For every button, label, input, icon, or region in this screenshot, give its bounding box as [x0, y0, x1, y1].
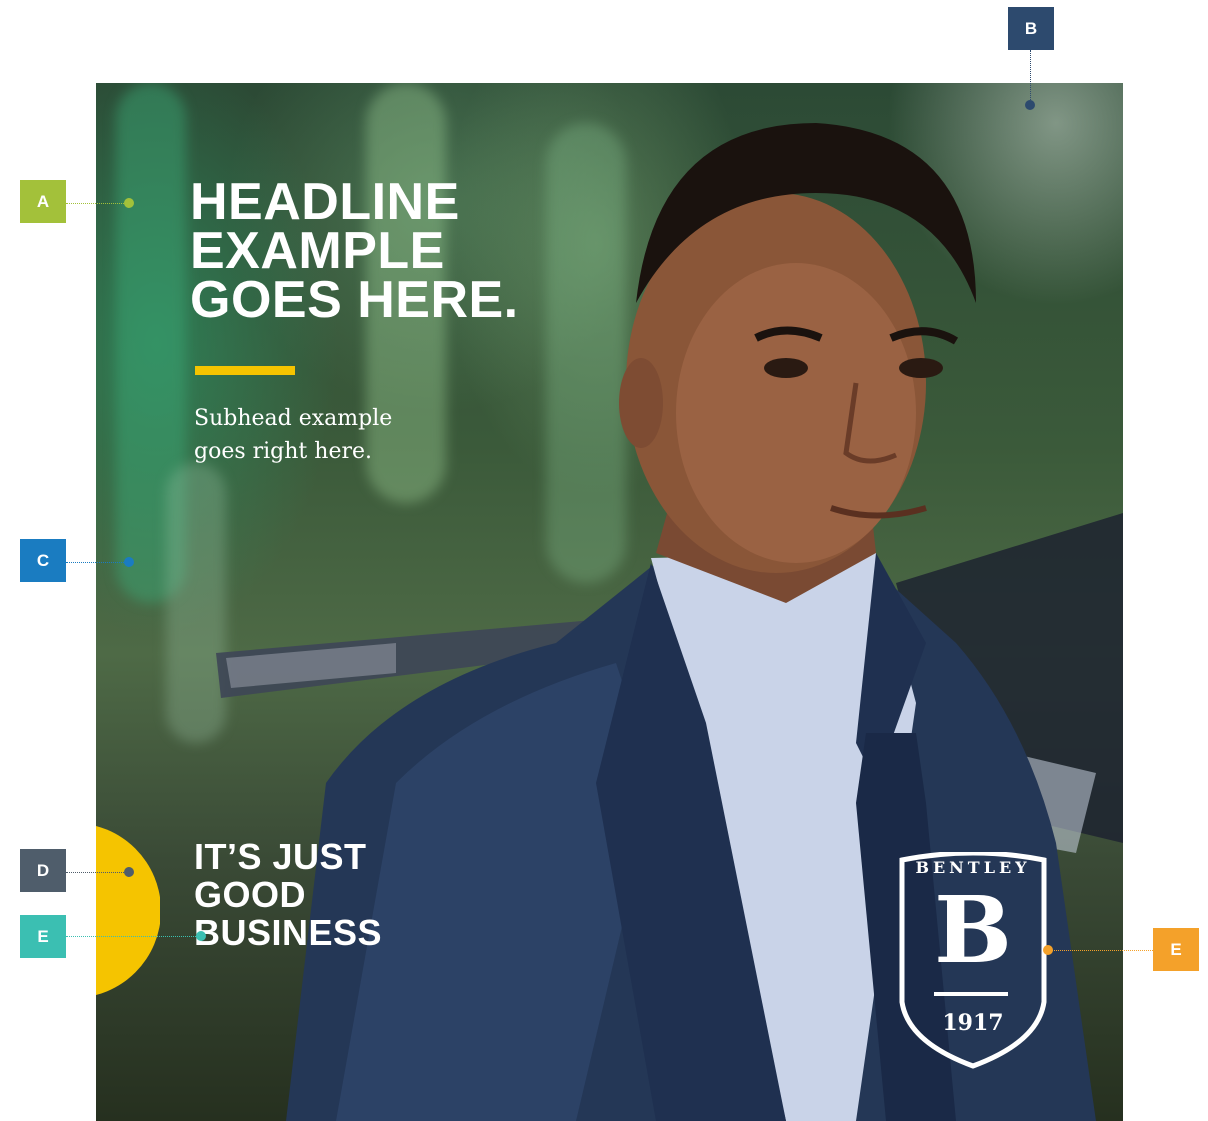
accent-rule [195, 366, 295, 375]
tagline-line: IT’S JUST [194, 836, 367, 877]
callout-d-leader [66, 872, 126, 873]
tagline-line: GOOD [194, 874, 307, 915]
headline: HEADLINE EXAMPLE GOES HERE. [190, 173, 519, 329]
callout-d-badge: D [20, 849, 66, 892]
callout-d-dot [124, 867, 134, 877]
subhead-line: Subhead example [194, 406, 393, 431]
gold-accent-shape [96, 823, 160, 998]
logo-wordmark: BENTLEY [915, 858, 1031, 877]
subhead: Subhead example goes right here. [194, 402, 392, 468]
callout-b-badge: B [1008, 7, 1054, 50]
callout-b-dot [1025, 100, 1035, 110]
logo-year: 1917 [942, 1010, 1004, 1036]
callout-e-logo-dot [1043, 945, 1053, 955]
logo-letter: B [934, 876, 1012, 984]
headline-line: HEADLINE [190, 173, 460, 231]
callout-c-dot [124, 557, 134, 567]
callout-c-leader [66, 562, 126, 563]
callout-e-leader [66, 936, 198, 937]
tagline-line: BUSINESS [194, 912, 383, 953]
callout-e-dot [196, 931, 206, 941]
headline-line: GOES HERE. [190, 271, 519, 329]
callout-c-badge: C [20, 539, 66, 582]
headline-line: EXAMPLE [190, 222, 445, 280]
callout-e-badge: E [20, 915, 66, 958]
subhead-line: goes right here. [194, 439, 372, 464]
callout-a-leader [66, 203, 128, 204]
callout-b-leader [1030, 50, 1031, 102]
callout-e-logo-leader [1050, 950, 1153, 951]
tagline: IT’S JUST GOOD BUSINESS [194, 838, 382, 952]
callout-a-badge: A [20, 180, 66, 223]
callout-a-dot [124, 198, 134, 208]
callout-e-logo-badge: E [1153, 928, 1199, 971]
